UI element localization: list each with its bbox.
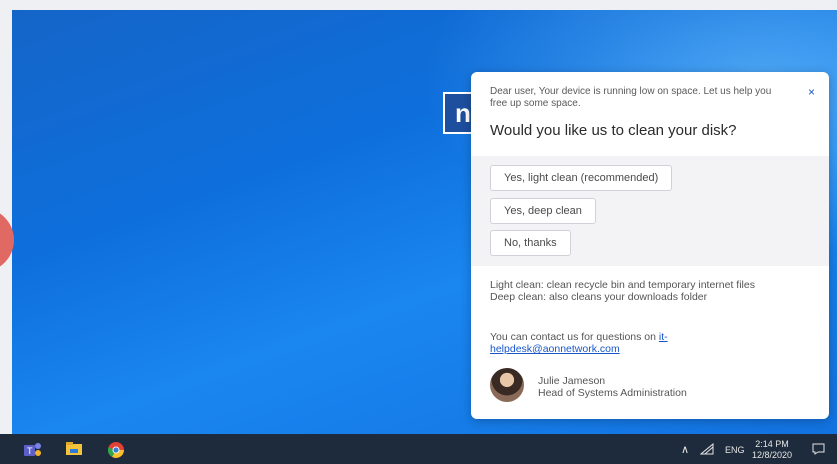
wifi-icon[interactable] — [699, 442, 714, 457]
avatar — [490, 368, 524, 402]
close-icon[interactable]: × — [808, 85, 815, 99]
clock[interactable]: 2:14 PM 12/8/2020 — [752, 439, 792, 461]
no-thanks-button[interactable]: No, thanks — [490, 230, 571, 256]
taskbar: T ∧ ENG 2:14 PM 12/8/2020 — [0, 434, 837, 464]
disk-cleanup-dialog: Dear user, Your device is running low on… — [471, 72, 829, 419]
sender-title: Head of Systems Administration — [538, 387, 687, 399]
language-indicator[interactable]: ENG — [725, 445, 745, 455]
clock-time: 2:14 PM — [755, 439, 789, 449]
chevron-up-icon[interactable]: ∧ — [681, 443, 689, 456]
question-text: Would you like us to clean your disk? — [490, 122, 737, 139]
clock-date: 12/8/2020 — [752, 450, 793, 460]
logo-letter: n — [455, 97, 471, 128]
file-explorer-icon[interactable] — [66, 442, 82, 456]
intro-text: Dear user, Your device is running low on… — [490, 86, 772, 109]
clean-info: Light clean: clean recycle bin and tempo… — [490, 279, 755, 303]
info-deep: Deep clean: also cleans your downloads f… — [490, 291, 708, 303]
info-light: Light clean: clean recycle bin and tempo… — [490, 279, 755, 291]
teams-icon[interactable]: T — [24, 442, 41, 456]
light-clean-button[interactable]: Yes, light clean (recommended) — [490, 165, 673, 191]
deep-clean-button[interactable]: Yes, deep clean — [490, 198, 596, 224]
svg-text:T: T — [27, 446, 33, 456]
notification-icon[interactable] — [812, 443, 825, 457]
chrome-icon[interactable] — [107, 442, 124, 458]
contact-label: You can contact us for questions on — [490, 331, 659, 343]
sender-info: Julie Jameson Head of Systems Administra… — [538, 375, 687, 399]
contact-text: You can contact us for questions on it-h… — [490, 331, 720, 355]
options-panel: Yes, light clean (recommended) Yes, deep… — [471, 156, 829, 266]
sender-name: Julie Jameson — [538, 375, 606, 387]
